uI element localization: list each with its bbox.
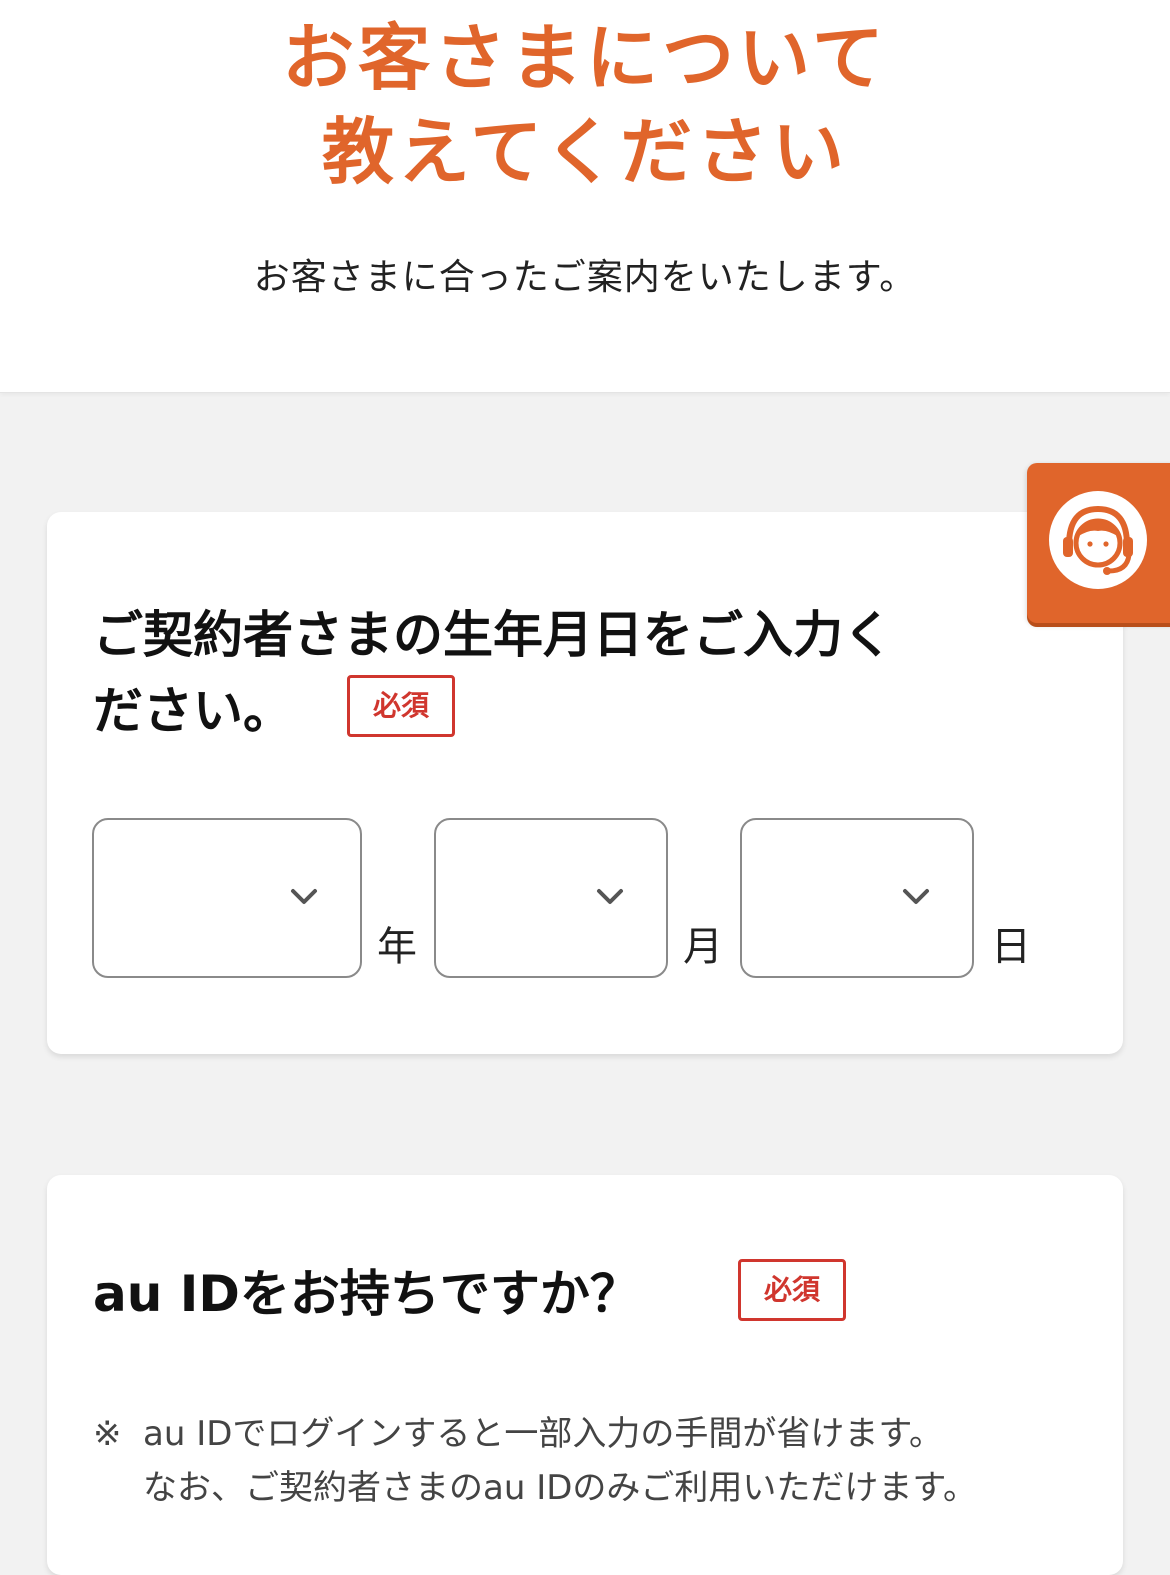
- auid-card: au IDをお持ちですか？ 必須 ※ au IDでログインすると一部入力の手間が…: [47, 1175, 1123, 1575]
- month-unit-label: 月: [683, 924, 723, 970]
- note-line1: au IDでログインすると一部入力の手間が省けます。: [143, 1414, 943, 1454]
- auid-question: au IDをお持ちですか？: [93, 1265, 640, 1323]
- birth-year-select[interactable]: [92, 818, 362, 978]
- page-header: お客さまについて 教えてください お客さまに合ったご案内をいたします。: [0, 0, 1170, 393]
- operator-headset-icon: [1049, 491, 1147, 589]
- page-subtitle: お客さまに合ったご案内をいたします。: [253, 257, 917, 298]
- support-chat-button[interactable]: [1027, 463, 1170, 623]
- chevron-down-icon: [597, 889, 623, 904]
- required-badge: 必須: [738, 1259, 846, 1321]
- chevron-down-icon: [903, 889, 929, 904]
- page-title-line2: 教えてください: [321, 110, 849, 194]
- birthdate-question-line2: ださい。: [93, 682, 293, 740]
- birth-day-select[interactable]: [740, 818, 974, 978]
- birthdate-question-line1: ご契約者さまの生年月日をご入力く: [93, 606, 893, 664]
- page-title-line1: お客さまについて: [282, 16, 888, 100]
- year-unit-label: 年: [377, 924, 417, 970]
- note-mark: ※: [93, 1414, 122, 1454]
- day-unit-label: 日: [991, 924, 1031, 970]
- birthdate-card: ご契約者さまの生年月日をご入力く ださい。 必須 年 月 日: [47, 512, 1123, 1054]
- birth-month-select[interactable]: [434, 818, 668, 978]
- required-badge: 必須: [347, 675, 455, 737]
- note-line2: なお、ご契約者さまのau IDのみご利用いただけます。: [143, 1468, 977, 1508]
- chevron-down-icon: [291, 889, 317, 904]
